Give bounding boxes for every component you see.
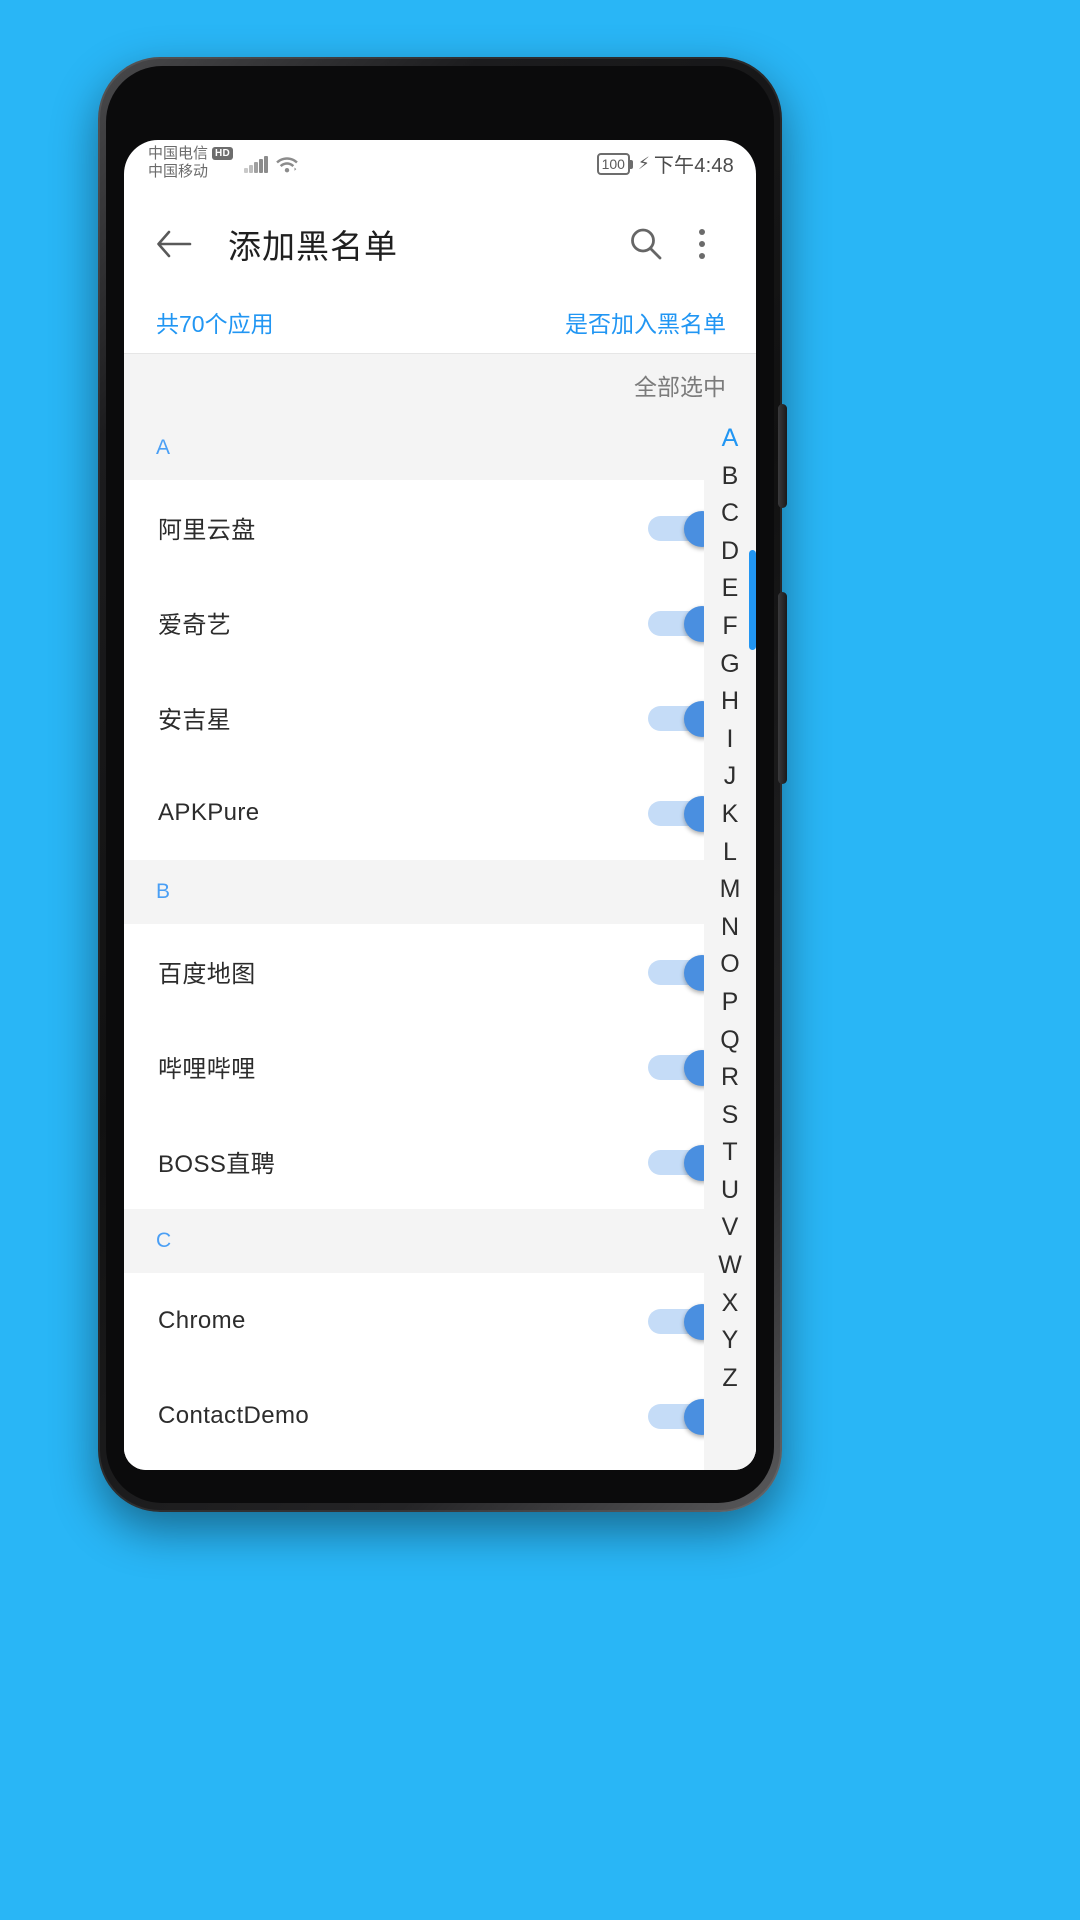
index-letter-g[interactable]: G: [720, 646, 739, 684]
index-letter-y[interactable]: Y: [722, 1322, 739, 1360]
index-letter-v[interactable]: V: [722, 1209, 739, 1247]
app-name-label: 爱奇艺: [158, 612, 232, 639]
index-letter-i[interactable]: I: [727, 721, 734, 759]
index-letter-q[interactable]: Q: [720, 1022, 739, 1060]
index-letter-w[interactable]: W: [718, 1247, 742, 1285]
charging-bolt-icon: ⚡: [637, 154, 650, 173]
status-icons: [244, 145, 299, 173]
table-row[interactable]: Chrome: [124, 1273, 756, 1368]
carrier-primary-row: 中国电信 HD: [148, 145, 234, 163]
index-letter-r[interactable]: R: [721, 1059, 739, 1097]
status-bar-left: 中国电信 HD 中国移动: [148, 144, 299, 180]
index-letter-e[interactable]: E: [722, 570, 739, 608]
table-row[interactable]: ContactDemo: [124, 1368, 756, 1463]
app-name-label: APKPure: [158, 798, 260, 826]
wifi-icon: [275, 157, 298, 173]
section-header-c: C: [124, 1209, 756, 1273]
table-row[interactable]: BOSS直聘: [124, 1114, 756, 1209]
app-name-label: ContactDemo: [158, 1401, 310, 1429]
status-bar: 中国电信 HD 中国移动 100 ⚡ 下午4:48: [124, 140, 756, 198]
list-container: A 阿里云盘爱奇艺安吉星 APKPure B 百度地图哔哩哔哩 BOSS直聘 C Chrome…: [124, 416, 756, 1470]
table-row[interactable]: 百度地图: [124, 924, 756, 1019]
section-header-a: A: [124, 416, 756, 480]
carrier-secondary: 中国移动: [148, 162, 209, 180]
app-name-label: 安吉星: [158, 707, 232, 734]
blacklist-action-label[interactable]: 是否加入黑名单: [565, 305, 726, 339]
carrier-labels: 中国电信 HD 中国移动: [148, 145, 234, 181]
index-letter-s[interactable]: S: [722, 1097, 739, 1135]
table-row[interactable]: 安吉星: [124, 670, 756, 765]
battery-indicator: 100: [596, 152, 634, 175]
app-screen: 中国电信 HD 中国移动 100 ⚡ 下午4:48 添加黑名单 共70个应用 是…: [124, 140, 756, 1470]
select-all-row[interactable]: 全部选中: [124, 354, 756, 416]
index-letter-f[interactable]: F: [722, 608, 737, 646]
carrier-primary: 中国电信: [148, 145, 209, 162]
index-letter-o[interactable]: O: [720, 946, 739, 984]
index-letter-c[interactable]: C: [721, 495, 739, 533]
index-letter-u[interactable]: U: [721, 1172, 739, 1210]
index-letter-b[interactable]: B: [722, 458, 739, 496]
table-row[interactable]: 阿里云盘: [124, 480, 756, 575]
scrollbar-thumb[interactable]: [749, 550, 756, 650]
status-clock: 下午4:48: [653, 155, 734, 177]
index-letter-m[interactable]: M: [720, 871, 741, 909]
app-name-label: 阿里云盘: [158, 517, 256, 544]
index-letter-z[interactable]: Z: [722, 1360, 737, 1398]
app-name-label: Chrome: [158, 1306, 246, 1334]
index-letter-d[interactable]: D: [721, 533, 739, 571]
overflow-menu-button[interactable]: [674, 216, 730, 272]
app-bar: 添加黑名单: [124, 198, 756, 290]
carrier-secondary-row: 中国移动: [148, 163, 233, 181]
app-name-label: 哔哩哔哩: [158, 1056, 256, 1083]
section-header-b: B: [124, 860, 756, 924]
index-letter-n[interactable]: N: [721, 909, 739, 947]
index-letter-h[interactable]: H: [721, 683, 739, 721]
index-letter-k[interactable]: K: [722, 796, 739, 834]
index-letter-t[interactable]: T: [722, 1134, 737, 1172]
table-row[interactable]: 哔哩哔哩: [124, 1019, 756, 1114]
app-name-label: 百度地图: [158, 961, 256, 988]
index-letter-l[interactable]: L: [723, 834, 737, 872]
index-letter-x[interactable]: X: [722, 1285, 739, 1323]
search-button[interactable]: [618, 216, 674, 272]
table-row[interactable]: 爱奇艺: [124, 575, 756, 670]
hd-badge-icon: HD: [212, 147, 234, 161]
more-vertical-icon: [699, 229, 705, 259]
index-letter-a[interactable]: A: [722, 420, 739, 458]
status-bar-right: 100 ⚡ 下午4:48: [596, 144, 734, 178]
info-row: 共70个应用 是否加入黑名单: [124, 290, 756, 354]
volume-button[interactable]: [778, 404, 787, 508]
index-letter-j[interactable]: J: [724, 758, 737, 796]
select-all-label: 全部选中: [634, 374, 726, 400]
index-letter-p[interactable]: P: [722, 984, 739, 1022]
back-arrow-icon: [157, 230, 192, 258]
back-button[interactable]: [146, 216, 202, 272]
power-button[interactable]: [778, 592, 787, 784]
search-icon: [631, 228, 662, 260]
signal-bars-icon: [244, 156, 268, 173]
app-count-label: 共70个应用: [156, 310, 274, 337]
page-title: 添加黑名单: [228, 228, 398, 265]
app-list[interactable]: A 阿里云盘爱奇艺安吉星 APKPure B 百度地图哔哩哔哩 BOSS直聘 C Chrome…: [124, 416, 756, 1470]
table-row[interactable]: APKPure: [124, 765, 756, 860]
app-name-label: BOSS直聘: [158, 1151, 276, 1178]
